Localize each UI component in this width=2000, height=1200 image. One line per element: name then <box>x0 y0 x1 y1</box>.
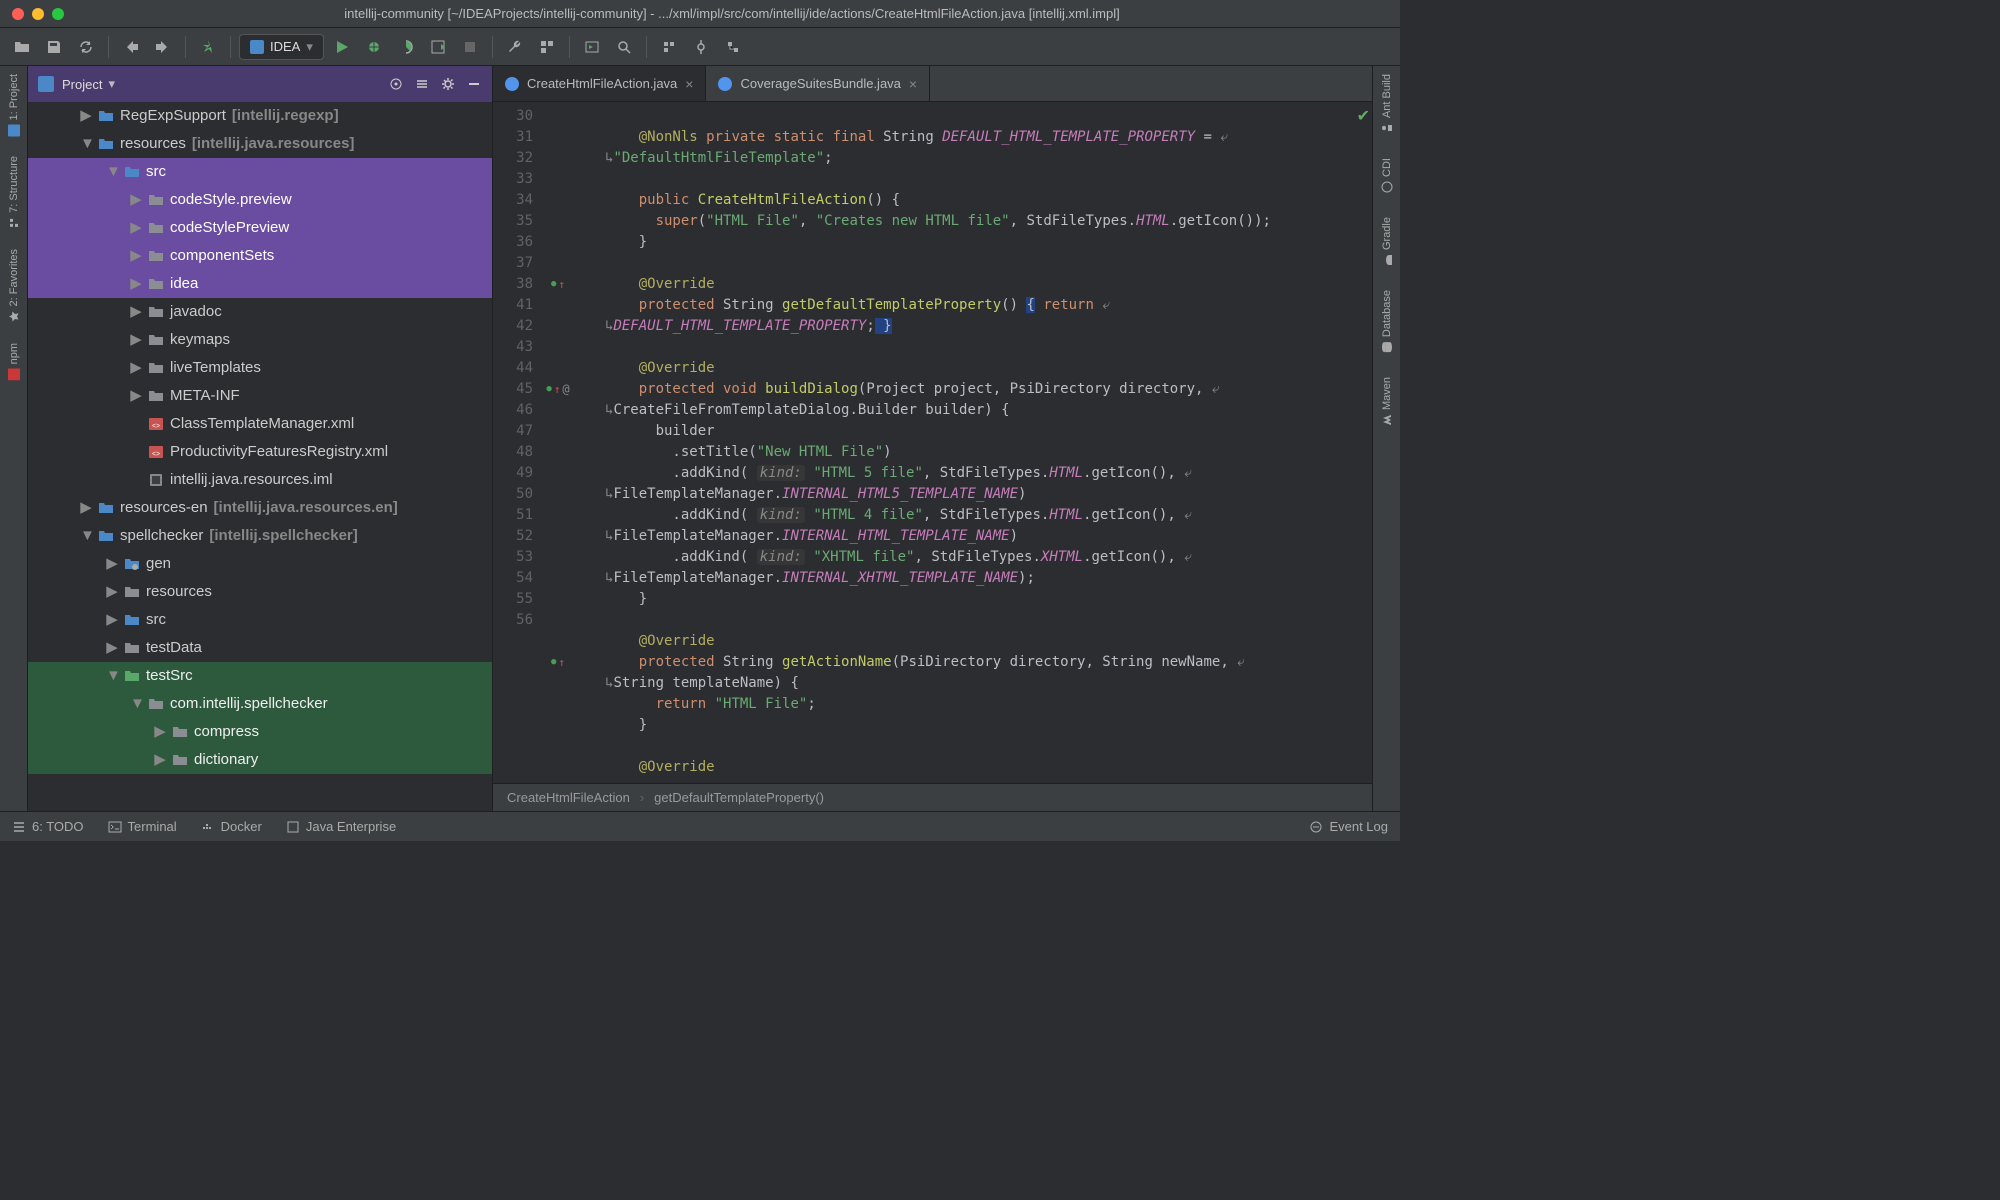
close-tab-icon[interactable]: × <box>909 76 917 92</box>
tree-node[interactable]: ▼spellchecker [intellij.spellchecker] <box>28 522 492 550</box>
window-controls <box>0 8 64 20</box>
source-text[interactable]: @NonNls private static final String DEFA… <box>593 102 1372 783</box>
vcs-update-icon[interactable] <box>655 33 683 61</box>
left-tool-stripe: 1: Project 7: Structure 2: Favorites npm <box>0 66 28 811</box>
vcs-commit-icon[interactable] <box>687 33 715 61</box>
tree-node[interactable]: ▶idea <box>28 270 492 298</box>
collapse-all-icon[interactable] <box>414 76 430 92</box>
build-icon[interactable] <box>194 33 222 61</box>
editor-tab[interactable]: CreateHtmlFileAction.java× <box>493 66 706 101</box>
sb-eventlog[interactable]: Event Log <box>1309 819 1388 834</box>
sync-icon[interactable] <box>72 33 100 61</box>
tree-node[interactable]: ▶dictionary <box>28 746 492 774</box>
coverage-icon[interactable] <box>392 33 420 61</box>
tree-node[interactable]: ▶RegExpSupport [intellij.regexp] <box>28 102 492 130</box>
tool-database[interactable]: Database <box>1381 290 1393 353</box>
back-icon[interactable] <box>117 33 145 61</box>
run-anything-icon[interactable] <box>578 33 606 61</box>
vcs-push-icon[interactable] <box>719 33 747 61</box>
forward-icon[interactable] <box>149 33 177 61</box>
tree-node[interactable]: ▼com.intellij.spellchecker <box>28 690 492 718</box>
run-icon[interactable] <box>328 33 356 61</box>
sb-docker[interactable]: Docker <box>201 819 262 834</box>
tree-node[interactable]: ▶META-INF <box>28 382 492 410</box>
minimize-window-button[interactable] <box>32 8 44 20</box>
status-bar: 6: TODO Terminal Docker Java Enterprise … <box>0 811 1400 841</box>
breadcrumbs[interactable]: CreateHtmlFileAction › getDefaultTemplat… <box>493 783 1372 811</box>
wrench-icon[interactable] <box>501 33 529 61</box>
svg-text:<>: <> <box>152 423 160 430</box>
tree-node[interactable]: ▶componentSets <box>28 242 492 270</box>
tool-gradle[interactable]: Gradle <box>1381 217 1393 266</box>
tree-node[interactable]: ▶resources <box>28 578 492 606</box>
tree-node[interactable]: ▶compress <box>28 718 492 746</box>
tool-cdi[interactable]: CDI <box>1381 158 1393 193</box>
svg-text:<>: <> <box>152 451 160 458</box>
run-config-label: IDEA <box>270 39 300 54</box>
breadcrumb-class[interactable]: CreateHtmlFileAction <box>507 790 630 805</box>
main-area: 1: Project 7: Structure 2: Favorites npm… <box>0 66 1400 811</box>
locate-icon[interactable] <box>388 76 404 92</box>
tree-node[interactable]: <>ProductivityFeaturesRegistry.xml <box>28 438 492 466</box>
window-title: intellij-community [~/IDEAProjects/intel… <box>64 6 1400 21</box>
tree-node[interactable]: ▶resources-en [intellij.java.resources.e… <box>28 494 492 522</box>
tool-project[interactable]: 1: Project <box>8 74 20 136</box>
tree-node[interactable]: intellij.java.resources.iml <box>28 466 492 494</box>
code-editor[interactable]: 3031323334353637384142434445464748495051… <box>493 102 1372 783</box>
editor-tabs: CreateHtmlFileAction.java×CoverageSuites… <box>493 66 1372 102</box>
sb-todo[interactable]: 6: TODO <box>12 819 84 834</box>
project-icon <box>38 76 54 92</box>
editor-area: CreateHtmlFileAction.java×CoverageSuites… <box>493 66 1372 811</box>
right-tool-stripe: Ant Build CDI Gradle Database Maven <box>1372 66 1400 811</box>
inspections-ok-icon[interactable]: ✔ <box>1357 106 1370 126</box>
tree-node[interactable]: ▶gen <box>28 550 492 578</box>
project-panel-title[interactable]: Project ▾ <box>62 76 380 92</box>
project-tree[interactable]: ▶RegExpSupport [intellij.regexp]▼resourc… <box>28 102 492 811</box>
tool-npm[interactable]: npm <box>8 343 20 380</box>
tree-node[interactable]: ▼testSrc <box>28 662 492 690</box>
tree-node[interactable]: ▶codeStyle.preview <box>28 186 492 214</box>
editor-tab[interactable]: CoverageSuitesBundle.java× <box>706 66 930 101</box>
maximize-window-button[interactable] <box>52 8 64 20</box>
close-window-button[interactable] <box>12 8 24 20</box>
breadcrumb-method[interactable]: getDefaultTemplateProperty() <box>654 790 824 805</box>
hide-panel-icon[interactable] <box>466 76 482 92</box>
tree-node[interactable]: ▶src <box>28 606 492 634</box>
tree-node[interactable]: ▶liveTemplates <box>28 354 492 382</box>
tool-structure[interactable]: 7: Structure <box>8 156 20 229</box>
titlebar: intellij-community [~/IDEAProjects/intel… <box>0 0 1400 28</box>
tree-node[interactable]: ▶codeStylePreview <box>28 214 492 242</box>
tree-node[interactable]: ▶javadoc <box>28 298 492 326</box>
search-icon[interactable] <box>610 33 638 61</box>
tree-node[interactable]: ▼src <box>28 158 492 186</box>
open-file-icon[interactable] <box>8 33 36 61</box>
project-panel-header: Project ▾ <box>28 66 492 102</box>
tool-maven[interactable]: Maven <box>1381 377 1393 426</box>
project-panel: Project ▾ ▶RegExpSupport [intellij.regex… <box>28 66 493 811</box>
stop-icon[interactable] <box>456 33 484 61</box>
main-toolbar: IDEA ▾ <box>0 28 1400 66</box>
tree-node[interactable]: ▼resources [intellij.java.resources] <box>28 130 492 158</box>
marker-gutter: ●↑●↑@●↑ <box>541 102 575 783</box>
sb-javaee[interactable]: Java Enterprise <box>286 819 396 834</box>
debug-icon[interactable] <box>360 33 388 61</box>
run-config-selector[interactable]: IDEA ▾ <box>239 34 324 60</box>
close-tab-icon[interactable]: × <box>685 76 693 92</box>
save-icon[interactable] <box>40 33 68 61</box>
tree-node[interactable]: <>ClassTemplateManager.xml <box>28 410 492 438</box>
sb-terminal[interactable]: Terminal <box>108 819 177 834</box>
fold-gutter <box>575 102 593 783</box>
tree-node[interactable]: ▶testData <box>28 634 492 662</box>
tool-favorites[interactable]: 2: Favorites <box>8 249 20 322</box>
profile-icon[interactable] <box>424 33 452 61</box>
line-number-gutter: 3031323334353637384142434445464748495051… <box>493 102 541 783</box>
tool-ant[interactable]: Ant Build <box>1381 74 1393 134</box>
gear-icon[interactable] <box>440 76 456 92</box>
tree-node[interactable]: ▶keymaps <box>28 326 492 354</box>
project-structure-icon[interactable] <box>533 33 561 61</box>
